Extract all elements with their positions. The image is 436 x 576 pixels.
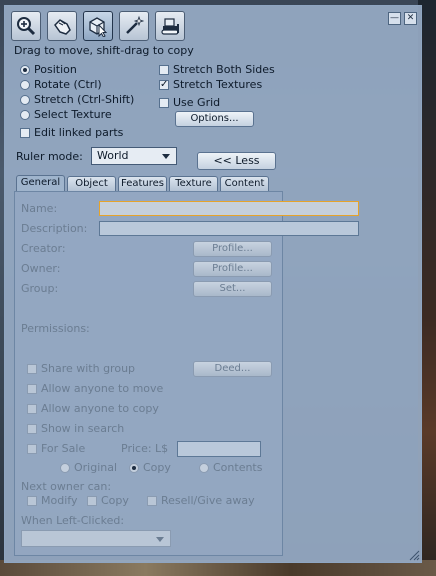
select-texture-label: Select Texture [34,108,112,121]
next-owner-resell-checkbox[interactable] [147,496,157,506]
edit-tool-button[interactable] [83,11,113,41]
magic-wand-icon [126,15,145,34]
allow-copy-label: Allow anyone to copy [41,402,159,415]
group-label: Group: [21,282,59,295]
close-button[interactable]: ✕ [404,12,417,25]
group-set-button[interactable]: Set... [193,281,272,297]
chevron-down-icon [156,537,164,542]
zoom-tool-button[interactable] [11,11,41,41]
ruler-mode-label: Ruler mode: [16,150,83,163]
sale-contents-label: Contents [213,461,263,474]
tab-features[interactable]: Features [118,176,167,191]
creator-profile-button[interactable]: Profile... [193,241,272,257]
select-texture-radio[interactable] [20,110,30,120]
minimize-button[interactable]: — [388,12,401,25]
price-label: Price: L$ [121,442,169,455]
create-tool-button[interactable] [119,11,149,41]
magnifier-plus-icon [17,17,36,36]
description-field[interactable] [99,221,359,236]
grab-tool-button[interactable] [47,11,77,41]
stretch-both-sides-label: Stretch Both Sides [173,63,275,76]
ruler-mode-value: World [97,149,129,162]
name-field[interactable] [99,201,359,216]
tab-object[interactable]: Object [67,176,116,191]
sale-copy-label: Copy [143,461,171,474]
position-label: Position [34,63,77,76]
price-field[interactable] [177,441,261,457]
allow-move-checkbox[interactable] [27,384,37,394]
tab-content[interactable]: Content [220,176,269,191]
chevron-down-icon [162,154,170,159]
name-label: Name: [21,202,58,215]
tab-texture[interactable]: Texture [169,176,218,191]
show-in-search-label: Show in search [41,422,125,435]
less-button[interactable]: << Less [197,152,276,170]
edit-linked-parts-label: Edit linked parts [34,126,124,139]
left-click-action-select[interactable] [21,530,171,547]
stretch-textures-label: Stretch Textures [173,78,263,91]
next-owner-copy-label: Copy [101,494,129,507]
use-grid-label: Use Grid [173,96,221,109]
deed-button[interactable]: Deed... [193,361,272,377]
bulldozer-icon [161,18,179,35]
resize-grip-icon[interactable] [408,549,420,561]
sale-original-radio[interactable] [60,463,70,473]
rotate-label: Rotate (Ctrl) [34,78,102,91]
next-owner-modify-checkbox[interactable] [27,496,37,506]
hand-icon [54,19,71,35]
land-tool-button[interactable] [155,11,185,41]
position-radio[interactable] [20,65,30,75]
allow-copy-checkbox[interactable] [27,404,37,414]
owner-profile-button[interactable]: Profile... [193,261,272,277]
build-tools-floater: — ✕ Drag to move, shift-drag to copy Pos… [4,5,422,563]
tab-general[interactable]: General [16,175,65,192]
rotate-radio[interactable] [20,80,30,90]
owner-label: Owner: [21,262,61,275]
show-in-search-checkbox[interactable] [27,424,37,434]
edit-linked-parts-checkbox[interactable] [20,128,30,138]
sale-copy-radio[interactable] [129,463,139,473]
cube-cursor-icon [89,17,108,37]
stretch-label: Stretch (Ctrl-Shift) [34,93,135,106]
next-owner-label: Next owner can: [21,480,112,493]
for-sale-checkbox[interactable] [27,444,37,454]
tool-hint-text: Drag to move, shift-drag to copy [14,44,194,57]
use-grid-checkbox[interactable] [159,98,169,108]
stretch-radio[interactable] [20,95,30,105]
for-sale-label: For Sale [41,442,86,455]
next-owner-resell-label: Resell/Give away [161,494,255,507]
left-click-label: When Left-Clicked: [21,514,125,527]
creator-label: Creator: [21,242,66,255]
next-owner-copy-checkbox[interactable] [87,496,97,506]
stretch-textures-checkbox[interactable]: ✓ [159,80,169,90]
share-with-group-checkbox[interactable] [27,364,37,374]
sale-original-label: Original [74,461,118,474]
ruler-mode-select[interactable]: World [91,147,177,165]
grid-options-button[interactable]: Options... [175,111,254,127]
allow-move-label: Allow anyone to move [41,382,164,395]
permissions-label: Permissions: [21,322,90,335]
sale-contents-radio[interactable] [199,463,209,473]
description-label: Description: [21,222,88,235]
share-with-group-label: Share with group [41,362,136,375]
next-owner-modify-label: Modify [41,494,78,507]
stretch-both-sides-checkbox[interactable] [159,65,169,75]
